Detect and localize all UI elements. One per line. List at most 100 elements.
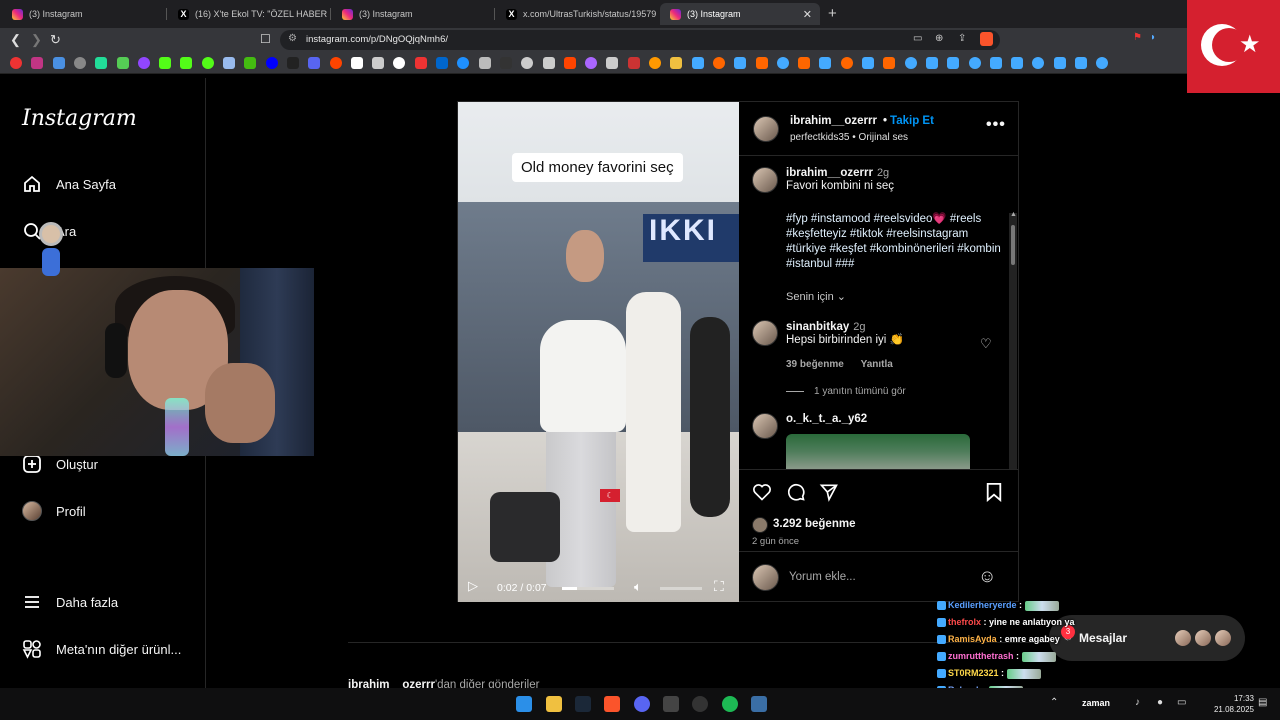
bookmark-favicon[interactable]	[862, 57, 874, 69]
heart-icon[interactable]: ♡	[980, 336, 992, 352]
instagram-logo[interactable]: Instagram	[22, 106, 137, 131]
caption-username[interactable]: ibrahim__ozerrr	[786, 167, 873, 179]
steam-icon[interactable]	[575, 696, 591, 712]
comment-username[interactable]: o._k._t._a._y62	[786, 413, 867, 425]
bookmark-favicon[interactable]	[10, 57, 22, 69]
address-bar[interactable]: ⚙ instagram.com/p/DNgOQjqNmh6/ ▭ ⊕ ⇪	[280, 30, 1000, 50]
bookmark-favicon[interactable]	[286, 57, 299, 69]
emoji-icon[interactable]: ☺	[978, 566, 996, 587]
bookmark-favicon[interactable]	[798, 57, 811, 69]
bookmark-favicon[interactable]	[521, 57, 534, 69]
bookmark-favicon[interactable]	[499, 57, 512, 69]
video-progress-bar[interactable]	[562, 587, 614, 590]
bookmark-favicon[interactable]	[116, 57, 129, 69]
nav-create[interactable]: Oluştur	[22, 454, 98, 474]
comments-scrollbar[interactable]: ▲ ▼	[1009, 211, 1017, 469]
bookmark-favicon[interactable]	[776, 57, 789, 69]
caption-hashtags[interactable]: #fyp #instamood #reelsvideo💗 #reels #keş…	[786, 212, 1001, 272]
bookmark-favicon[interactable]	[457, 57, 470, 69]
bookmark-favicon[interactable]	[755, 57, 768, 69]
obs-icon[interactable]	[692, 696, 708, 712]
bookmark-favicon[interactable]	[393, 57, 406, 69]
audio-info[interactable]: perfectkids35 • Orijinal ses	[790, 132, 908, 143]
spotify-icon[interactable]	[722, 696, 738, 712]
fullscreen-icon[interactable]: ⛶	[714, 578, 724, 595]
like-heart-icon[interactable]	[752, 482, 772, 507]
bookmark-favicon[interactable]	[947, 57, 960, 69]
bookmark-favicon[interactable]	[989, 57, 1002, 69]
author-avatar[interactable]	[752, 167, 778, 193]
translation-toggle[interactable]: Senin için ⌄	[786, 290, 846, 303]
file-explorer-icon[interactable]	[546, 696, 562, 712]
bookmark-favicon[interactable]	[1075, 57, 1087, 69]
bookmark-favicon[interactable]	[159, 57, 172, 69]
chat-username[interactable]: ST0RM2321	[948, 668, 999, 678]
browser-tab[interactable]: (3) Instagram	[2, 3, 164, 25]
author-username[interactable]: ibrahim__ozerrr	[790, 115, 877, 127]
weather-widget[interactable]: zaman	[1082, 698, 1110, 708]
bookmark-favicon[interactable]	[1032, 57, 1045, 69]
comment-likes[interactable]: 39 beğenme	[786, 359, 844, 370]
commenter-avatar[interactable]	[752, 320, 778, 346]
browser-tab[interactable]: X x.com/UltrasTurkish/status/1957932	[496, 3, 656, 25]
reload-icon[interactable]: ↻	[50, 32, 61, 48]
bookmark-icon[interactable]: ☐	[260, 32, 271, 46]
bookmark-favicon[interactable]	[968, 57, 981, 69]
bookmark-favicon[interactable]	[244, 57, 257, 69]
system-clock[interactable]: 17:33 21.08.2025	[1210, 693, 1254, 715]
share-icon[interactable]: ⇪	[958, 33, 966, 44]
bookmark-favicon[interactable]	[1053, 57, 1066, 69]
bookmark-favicon[interactable]	[308, 57, 321, 69]
new-tab-button[interactable]: +	[828, 5, 837, 22]
network-tray-icon[interactable]: ▭	[1177, 697, 1186, 708]
brave-shield-icon[interactable]	[980, 32, 993, 46]
bookmark-favicon[interactable]	[883, 57, 896, 69]
bookmark-favicon[interactable]	[1096, 57, 1109, 69]
browser-tab-active[interactable]: (3) Instagram ✕	[660, 3, 820, 25]
bookmark-favicon[interactable]	[925, 57, 938, 69]
play-icon[interactable]: ▷	[468, 578, 478, 594]
forward-icon[interactable]: ❯	[31, 32, 42, 48]
browser-tab[interactable]: (3) Instagram	[332, 3, 494, 25]
bookmark-favicon[interactable]	[542, 57, 555, 69]
view-replies-button[interactable]: 1 yanıtın tümünü gör	[786, 386, 906, 397]
author-avatar[interactable]	[753, 116, 779, 142]
reply-button[interactable]: Yanıtla	[861, 359, 893, 370]
extension-icon[interactable]: ◗	[1150, 32, 1156, 43]
bookmark-favicon[interactable]	[372, 57, 385, 69]
volume-tray-icon[interactable]: ♪	[1135, 697, 1140, 708]
bookmark-favicon[interactable]	[904, 57, 917, 69]
chat-username[interactable]: zumrutthetrash	[948, 651, 1014, 661]
bookmark-favicon[interactable]	[670, 57, 683, 69]
bookmark-favicon[interactable]	[73, 57, 86, 69]
bookmark-favicon[interactable]	[329, 57, 342, 69]
bookmark-favicon[interactable]	[223, 57, 235, 69]
volume-icon[interactable]: 🔈︎	[634, 579, 642, 595]
bookmark-favicon[interactable]	[52, 57, 65, 69]
bookmark-favicon[interactable]	[414, 57, 427, 69]
zoom-icon[interactable]: ⊕	[935, 33, 943, 44]
cast-icon[interactable]: ▭	[913, 33, 922, 44]
bookmark-favicon[interactable]	[734, 57, 747, 69]
commenter-avatar[interactable]	[752, 413, 778, 439]
bookmark-favicon[interactable]	[180, 57, 193, 69]
bookmark-favicon[interactable]	[712, 57, 725, 69]
nav-more[interactable]: Daha fazla	[22, 592, 118, 612]
bookmark-favicon[interactable]	[201, 57, 214, 69]
bookmark-favicon[interactable]	[585, 57, 598, 69]
windows-start-icon[interactable]	[516, 696, 532, 712]
tray-chevron-icon[interactable]: ⌃	[1050, 697, 1058, 708]
more-options-icon[interactable]: •••	[986, 116, 1006, 134]
share-icon[interactable]	[819, 482, 839, 507]
bookmark-favicon[interactable]	[478, 57, 491, 69]
bookmark-favicon[interactable]	[627, 57, 640, 69]
chat-username[interactable]: thefrolx	[948, 617, 981, 627]
bookmark-favicon[interactable]	[691, 57, 704, 69]
bookmark-favicon[interactable]	[95, 57, 108, 69]
like-count[interactable]: 3.292 beğenme	[773, 518, 855, 530]
comment-username[interactable]: sinanbitkay	[786, 321, 849, 333]
bookmark-favicon[interactable]	[819, 57, 832, 69]
bookmark-favicon[interactable]	[649, 57, 661, 69]
nav-meta-apps[interactable]: Meta'nın diğer ürünl...	[22, 639, 181, 659]
bookmark-favicon[interactable]	[840, 57, 853, 69]
